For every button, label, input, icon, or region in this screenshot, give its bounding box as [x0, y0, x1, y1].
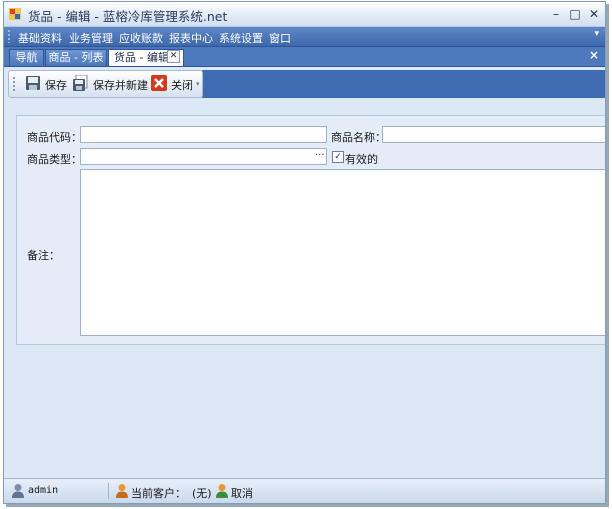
valid-checkbox[interactable]: ✓: [332, 151, 344, 163]
save-label: 保存: [45, 79, 67, 92]
app-window: 货品 - 编辑 - 蓝榕冷库管理系统.net – □ ✕ 基础资料 业务管理 应…: [3, 1, 606, 504]
user-icon: [12, 484, 24, 498]
toolbar-background: [202, 70, 605, 98]
customer-icon: [116, 484, 128, 498]
notes-label: 备注：: [27, 249, 60, 262]
edit-toolbar: 保存 保存并新建 关闭 ▾: [8, 70, 203, 98]
menu-item-business[interactable]: 业务管理: [69, 30, 113, 46]
cancel-customer-link[interactable]: 取消: [231, 485, 253, 501]
tab-product-list[interactable]: 商品 - 列表: [45, 49, 107, 66]
close-label: 关闭: [171, 79, 193, 92]
edit-content: 商品代码： 商品名称： 商品类型： ··· ✓ 有效的 备注：: [4, 99, 605, 477]
toolbar-grip[interactable]: [13, 77, 15, 91]
status-separator: [108, 483, 109, 499]
product-type-label: 商品类型：: [27, 153, 82, 166]
menu-grip[interactable]: [8, 30, 10, 43]
close-document-button[interactable]: ×: [589, 48, 599, 62]
title-bar: 货品 - 编辑 - 蓝榕冷库管理系统.net – □ ✕: [4, 2, 605, 27]
menu-item-window[interactable]: 窗口: [269, 30, 291, 46]
close-button[interactable]: 关闭: [151, 75, 195, 93]
menu-item-basic-data[interactable]: 基础资料: [18, 30, 62, 46]
menu-item-settings[interactable]: 系统设置: [219, 30, 263, 46]
product-type-input[interactable]: [80, 148, 327, 165]
save-and-new-button[interactable]: 保存并新建: [73, 75, 148, 93]
current-customer-label: 当前客户：: [131, 487, 186, 500]
cancel-icon: [216, 484, 228, 498]
product-name-label: 商品名称：: [331, 131, 386, 144]
save-button[interactable]: 保存: [25, 75, 69, 93]
toolbar-dropdown-icon[interactable]: ▾: [196, 80, 200, 88]
current-user: admin: [28, 485, 59, 496]
menu-item-reports[interactable]: 报表中心: [169, 30, 213, 46]
product-code-input[interactable]: [80, 126, 327, 143]
document-tabs: 导航 商品 - 列表 货品 - 编辑 ✕ ×: [4, 47, 605, 67]
product-code-label: 商品代码：: [27, 131, 82, 144]
valid-label: 有效的: [345, 153, 378, 166]
status-bar: admin 当前客户： (无) 取消: [4, 478, 605, 503]
notes-textarea[interactable]: [80, 169, 605, 336]
tab-close-icon[interactable]: ✕: [167, 50, 180, 63]
menu-overflow-icon[interactable]: ▾: [594, 29, 599, 39]
goods-form-panel: 商品代码： 商品名称： 商品类型： ··· ✓ 有效的 备注：: [16, 115, 605, 345]
app-icon: [9, 8, 21, 20]
tab-goods-edit-label: 货品 - 编辑: [114, 51, 169, 64]
maximize-button[interactable]: □: [566, 5, 584, 23]
save-new-icon: [73, 75, 88, 91]
close-window-button[interactable]: ✕: [585, 5, 603, 23]
close-icon: [151, 75, 167, 91]
window-title: 货品 - 编辑 - 蓝榕冷库管理系统.net: [28, 9, 228, 24]
save-and-new-label: 保存并新建: [93, 79, 148, 92]
tab-navigation[interactable]: 导航: [9, 49, 44, 66]
current-customer-value: (无): [192, 487, 212, 500]
product-type-browse-button[interactable]: ···: [315, 150, 325, 161]
save-icon: [26, 76, 40, 90]
menu-item-receivables[interactable]: 应收账款: [119, 30, 163, 46]
minimize-button[interactable]: –: [547, 5, 565, 23]
product-name-input[interactable]: [382, 126, 605, 143]
menu-bar: 基础资料 业务管理 应收账款 报表中心 系统设置 窗口 ▾: [4, 27, 605, 47]
